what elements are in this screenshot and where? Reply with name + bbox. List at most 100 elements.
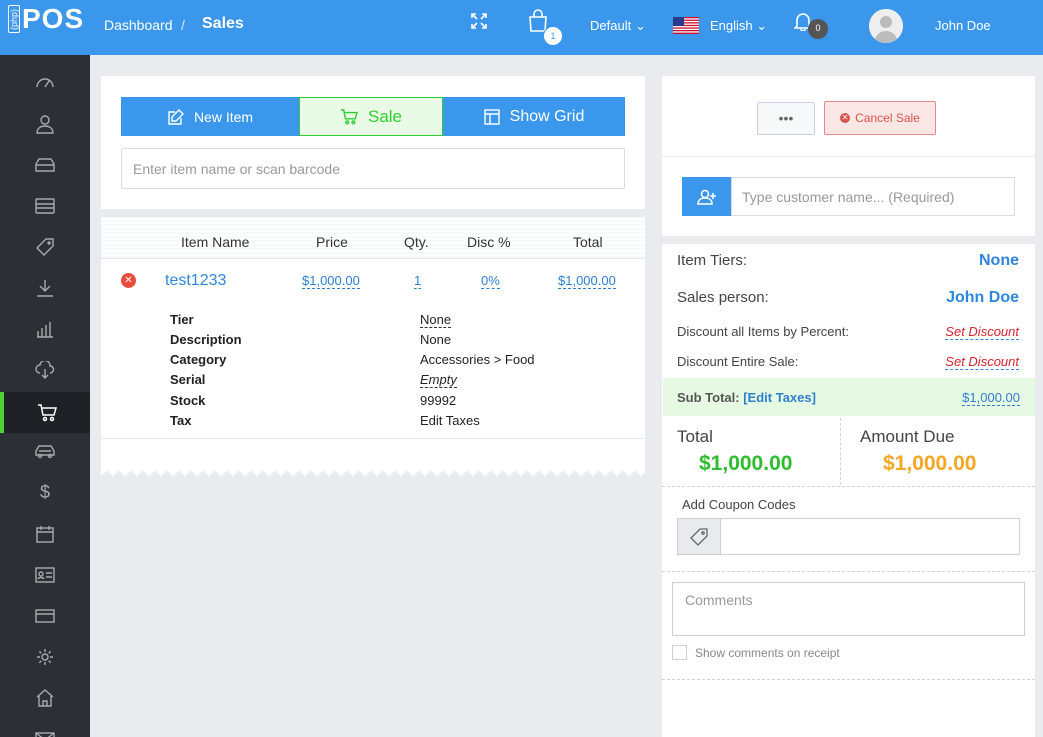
detail-value-category: Accessories > Food xyxy=(420,352,535,367)
item-name-link[interactable]: test1233 xyxy=(165,272,226,290)
notifications-badge: 0 xyxy=(808,19,828,39)
sidebar-item-locations[interactable] xyxy=(0,677,90,718)
show-comments-checkbox[interactable] xyxy=(672,645,687,660)
item-price-edit[interactable]: $1,000.00 xyxy=(302,273,360,289)
sidebar-item-settings[interactable] xyxy=(0,636,90,677)
receipt-edge xyxy=(101,469,645,479)
column-item-name: Item Name xyxy=(181,234,250,250)
cancel-sale-button[interactable]: ✕ Cancel Sale xyxy=(824,101,936,135)
show-comments-label[interactable]: Show comments on receipt xyxy=(695,646,840,660)
edit-taxes-link[interactable]: [Edit Taxes] xyxy=(743,390,816,405)
language-dropdown[interactable]: English ⌄ xyxy=(710,18,767,34)
detail-value-serial[interactable]: Empty xyxy=(420,372,457,388)
avatar[interactable] xyxy=(869,9,903,43)
sidebar-item-item-kits[interactable] xyxy=(0,185,90,226)
app-logo[interactable]: (php) POS xyxy=(8,5,84,35)
breadcrumb-dashboard[interactable]: Dashboard xyxy=(104,17,173,33)
customer-search-input[interactable] xyxy=(731,177,1015,216)
sidebar-item-price-rules[interactable] xyxy=(0,226,90,267)
sidebar-item-customers[interactable] xyxy=(0,103,90,144)
sidebar-item-employees[interactable] xyxy=(0,554,90,595)
sidebar-item-gift-cards[interactable] xyxy=(0,595,90,636)
grid-icon xyxy=(483,108,500,125)
sidebar-item-sales[interactable] xyxy=(0,392,90,433)
item-qty-edit[interactable]: 1 xyxy=(414,273,422,289)
logo-small-text: (php) xyxy=(8,5,20,33)
sidebar-item-deliveries[interactable] xyxy=(0,431,90,472)
add-customer-button[interactable] xyxy=(682,177,732,216)
comments-textarea[interactable] xyxy=(672,582,1025,636)
divider xyxy=(662,156,1035,157)
item-discount-edit[interactable]: 0% xyxy=(481,273,500,289)
column-qty: Qty. xyxy=(404,234,429,250)
column-discount: Disc % xyxy=(467,234,511,250)
add-user-icon xyxy=(697,189,716,205)
id-card-icon xyxy=(35,566,55,583)
divider xyxy=(840,418,841,485)
cloud-icon xyxy=(35,360,55,379)
reports-icon xyxy=(37,321,53,338)
sidebar-item-appointments[interactable] xyxy=(0,513,90,554)
show-grid-label: Show Grid xyxy=(509,107,585,125)
subtotal-label: Sub Total: xyxy=(677,390,740,405)
register-dropdown[interactable]: Default ⌄ xyxy=(590,18,646,34)
set-discount-items-link[interactable]: Set Discount xyxy=(945,324,1019,340)
item-tiers-label: Item Tiers: xyxy=(677,252,748,269)
top-bar: (php) POS Dashboard / Sales 1 Default ⌄ … xyxy=(0,0,1043,55)
new-item-button[interactable]: New Item xyxy=(121,97,300,136)
new-item-label: New Item xyxy=(193,108,254,125)
show-grid-button[interactable]: Show Grid xyxy=(443,97,625,136)
discount-items-label: Discount all Items by Percent: xyxy=(677,324,849,339)
sidebar-item-messages[interactable] xyxy=(0,718,90,737)
cart-count-badge: 1 xyxy=(543,26,563,46)
detail-value-tax[interactable]: Edit Taxes xyxy=(420,413,480,428)
item-search-input[interactable] xyxy=(121,148,625,189)
sidebar-item-receivings[interactable] xyxy=(0,267,90,308)
detail-value-tier[interactable]: None xyxy=(420,312,452,328)
set-discount-sale-link[interactable]: Set Discount xyxy=(945,354,1019,370)
sale-mode-button[interactable]: Sale xyxy=(299,97,443,136)
chevron-down-icon: ⌄ xyxy=(634,18,646,33)
sidebar-item-cloud[interactable] xyxy=(0,349,90,390)
price-rules-icon xyxy=(36,237,54,256)
detail-key-category: Category xyxy=(170,352,227,367)
total-label: Total xyxy=(677,427,713,446)
sales-person-label: Sales person: xyxy=(677,289,769,306)
more-options-button[interactable]: ••• xyxy=(757,102,815,135)
edit-icon xyxy=(168,108,184,125)
gear-icon xyxy=(37,648,53,665)
item-search-card xyxy=(101,76,645,209)
items-icon xyxy=(35,157,55,172)
sale-summary-card xyxy=(662,244,1035,737)
detail-key-tier: Tier xyxy=(170,312,194,327)
sidebar-item-dashboard[interactable] xyxy=(0,61,90,102)
sidebar-item-items[interactable] xyxy=(0,144,90,185)
sidebar-item-reports[interactable] xyxy=(0,308,90,349)
detail-key-stock: Stock xyxy=(170,393,206,408)
detail-key-serial: Serial xyxy=(170,372,206,387)
register-label: Default xyxy=(590,18,632,33)
breadcrumb-separator: / xyxy=(181,17,185,33)
detail-value-description: None xyxy=(420,332,452,347)
cancel-sale-label: Cancel Sale xyxy=(855,111,920,125)
sales-person-value[interactable]: John Doe xyxy=(946,289,1019,307)
subtotal-row: Sub Total: [Edit Taxes] $1,000.00 xyxy=(663,378,1035,416)
deliveries-icon xyxy=(35,444,55,458)
detail-value-stock: 99992 xyxy=(420,393,457,408)
home-icon xyxy=(36,688,54,707)
fullscreen-icon[interactable] xyxy=(470,12,488,33)
divider xyxy=(662,679,1035,680)
sidebar-item-expenses[interactable]: $ xyxy=(0,472,90,513)
item-kits-icon xyxy=(35,197,55,214)
delete-item-icon[interactable]: ✕ xyxy=(121,273,136,288)
chevron-down-icon: ⌄ xyxy=(756,18,768,33)
credit-card-icon xyxy=(35,608,55,623)
coupon-input[interactable] xyxy=(720,518,1020,555)
divider xyxy=(662,571,1035,572)
item-tiers-value[interactable]: None xyxy=(979,252,1019,270)
cart-icon xyxy=(340,108,358,124)
item-total-edit[interactable]: $1,000.00 xyxy=(558,273,616,289)
receivings-icon xyxy=(37,279,53,297)
subtotal-value[interactable]: $1,000.00 xyxy=(962,390,1020,406)
user-name[interactable]: John Doe xyxy=(935,18,991,33)
